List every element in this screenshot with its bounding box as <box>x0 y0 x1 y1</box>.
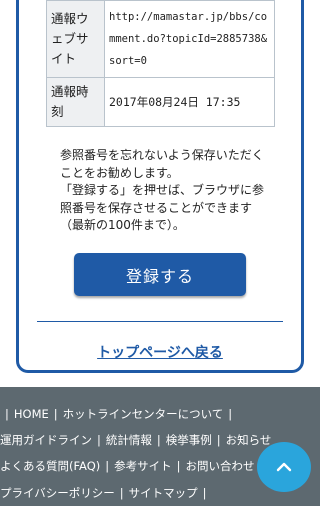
url-value: http://mamastar.jp/bbs/comment.do?topicI… <box>104 0 275 78</box>
register-button[interactable]: 登録する <box>74 253 246 296</box>
url-label: 通報ウェブサイト <box>46 0 105 78</box>
footer-nav-row: よくある質問(FAQ) | 参考サイト | お問い合わせ <box>0 459 255 473</box>
chevron-up-icon <box>276 462 292 472</box>
time-value: 2017年08月24日 17:35 <box>104 77 275 127</box>
footer-link-contact[interactable]: お問い合わせ <box>186 459 255 473</box>
footer-link-reference[interactable]: 参考サイト <box>114 459 172 473</box>
footer-link-home[interactable]: HOME <box>14 407 49 421</box>
time-label: 通報時刻 <box>46 77 105 127</box>
footer-link-cases[interactable]: 検挙事例 <box>166 433 212 447</box>
report-info-table: 通報ウェブサイト http://mamastar.jp/bbs/comment.… <box>46 0 275 127</box>
footer-link-privacy[interactable]: プライバシーポリシー <box>0 486 115 500</box>
footer-link-faq[interactable]: よくある質問(FAQ) <box>0 459 100 473</box>
scroll-to-top-button[interactable] <box>257 442 311 492</box>
divider <box>37 321 283 322</box>
notice-text: 参照番号を忘れないよう保存いただくことをお勧めします。 <box>60 148 264 180</box>
footer-nav-row: | HOME | ホットラインセンターについて | <box>5 407 233 421</box>
save-reference-notice: 参照番号を忘れないよう保存いただくことをお勧めします。 「登録する」を押せば、ブ… <box>60 147 265 235</box>
top-page-link[interactable]: トップページへ戻る <box>0 342 320 362</box>
footer-nav-row: プライバシーポリシー | サイトマップ | <box>0 486 207 500</box>
footer-link-guidelines[interactable]: 運用ガイドライン <box>0 433 92 447</box>
footer-link-sitemap[interactable]: サイトマップ <box>129 486 198 500</box>
footer-link-news[interactable]: お知らせ <box>226 433 272 447</box>
footer-nav-row: 運用ガイドライン | 統計情報 | 検挙事例 | お知らせ <box>0 433 272 447</box>
table-row: 通報ウェブサイト http://mamastar.jp/bbs/comment.… <box>46 0 275 78</box>
footer-link-statistics[interactable]: 統計情報 <box>106 433 152 447</box>
table-row: 通報時刻 2017年08月24日 17:35 <box>46 77 275 127</box>
notice-text: 「登録する」を押せば、ブラウザに参照番号を保存させることができます（最新の100… <box>60 183 265 232</box>
footer-link-about[interactable]: ホットラインセンターについて <box>63 407 224 421</box>
